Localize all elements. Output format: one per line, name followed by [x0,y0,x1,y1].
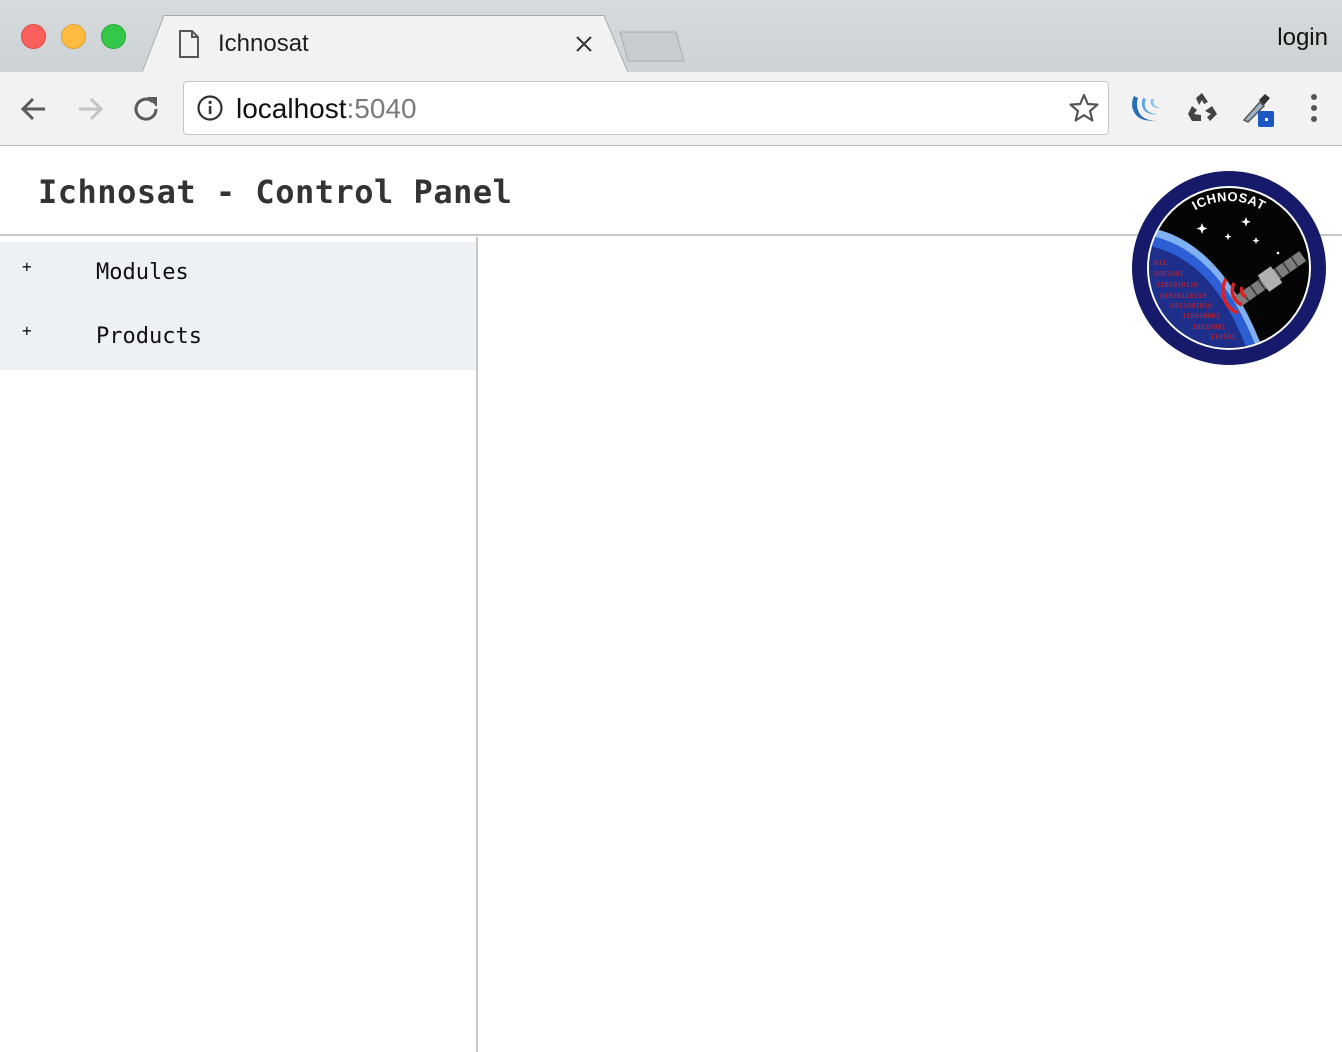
maximize-window-button[interactable] [101,24,126,49]
page-viewport: Ichnosat - Control Panel + Modules + Pro… [0,147,1342,1052]
arrow-left-icon[interactable] [17,92,51,126]
arrow-right-icon[interactable] [73,92,107,126]
sidebar-item-label: Modules [96,260,189,285]
three-dots-menu-icon[interactable] [1300,90,1328,126]
svg-text:011: 011 [1154,259,1167,267]
info-icon[interactable] [196,94,224,122]
tab-title: Ichnosat [218,30,309,57]
new-tab-button[interactable] [619,31,685,62]
tab-close-icon[interactable] [572,32,596,56]
svg-text:0011001010: 0011001010 [1170,302,1212,310]
svg-text:110010001: 110010001 [1182,312,1220,320]
sidebar: + Modules + Products [0,238,476,1052]
browser-tab-active[interactable] [142,15,628,73]
close-window-button[interactable] [21,24,46,49]
recycle-extension-icon[interactable] [1182,88,1222,128]
reload-icon[interactable] [129,92,163,126]
eyedropper-extension-icon[interactable] [1238,88,1278,128]
minimize-window-button[interactable] [61,24,86,49]
star-icon[interactable] [1068,92,1100,124]
svg-text:0001001: 0001001 [1154,270,1184,278]
jquery-extension-icon[interactable] [1126,88,1166,128]
sidebar-menu: + Modules + Products [0,242,476,370]
page-document-icon [179,30,199,58]
ichnosat-logo: 011 0001001 1101010110 01010110110 00110… [1132,171,1326,365]
sidebar-item-modules[interactable]: + Modules [0,242,476,306]
expand-plus-icon[interactable]: + [22,257,32,276]
expand-plus-icon[interactable]: + [22,321,32,340]
url-host: localhost [236,93,347,124]
profile-login-label[interactable]: login [1277,24,1328,52]
url-text[interactable]: localhost:5040 [236,92,417,126]
url-port: :5040 [346,93,417,124]
sidebar-item-products[interactable]: + Products [0,306,476,370]
svg-text:1101010110: 1101010110 [1156,281,1198,289]
svg-text:10010001: 10010001 [1192,323,1226,331]
svg-text:01010110110: 01010110110 [1160,292,1206,300]
page-title: Ichnosat - Control Panel [38,173,513,211]
browser-titlebar: Ichnosat login [0,0,1342,73]
sidebar-item-label: Products [96,324,202,349]
svg-text:110101: 110101 [1210,333,1235,341]
